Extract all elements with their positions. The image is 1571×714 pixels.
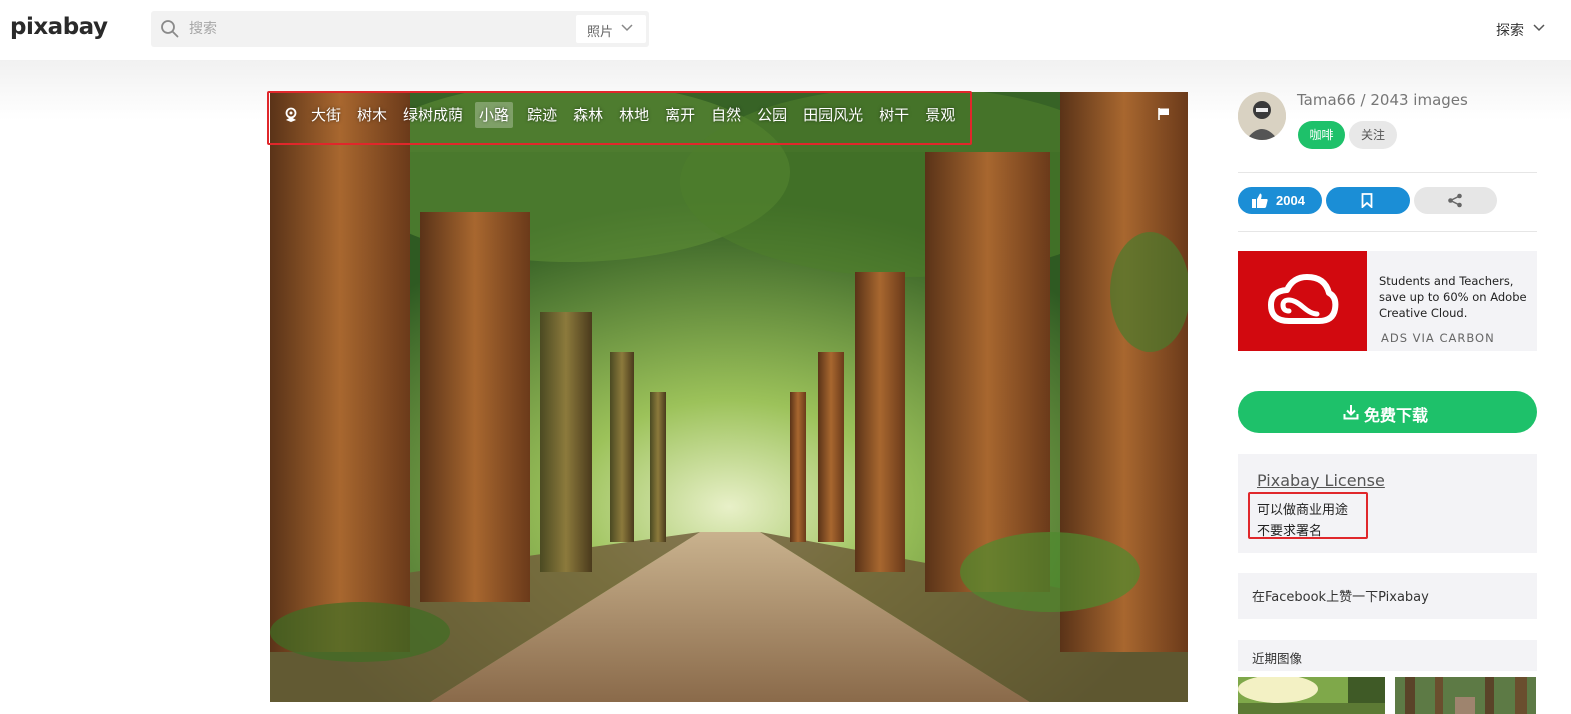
tag-item[interactable]: 森林	[571, 102, 605, 128]
divider	[1238, 231, 1537, 232]
forest-path-image	[270, 92, 1188, 702]
share-icon	[1448, 193, 1462, 208]
tag-item[interactable]: 林地	[617, 102, 651, 128]
bookmark-button[interactable]	[1326, 187, 1410, 214]
chevron-down-icon	[621, 24, 633, 32]
explore-label: 探索	[1496, 23, 1524, 39]
tag-item[interactable]: 公园	[755, 102, 789, 128]
tag-item-active[interactable]: 小路	[475, 102, 514, 128]
tag-item[interactable]: 景观	[923, 102, 957, 128]
ad-via-label[interactable]: ADS VIA CARBON	[1381, 331, 1495, 345]
tag-item[interactable]: 田园风光	[801, 102, 865, 128]
thumbs-up-icon	[1252, 193, 1268, 208]
tag-item[interactable]: 离开	[663, 102, 697, 128]
recent-image-thumb[interactable]	[1395, 677, 1536, 714]
chevron-down-icon	[1533, 24, 1545, 32]
download-icon	[1343, 405, 1359, 420]
license-link[interactable]: Pixabay License	[1257, 471, 1385, 490]
media-type-select[interactable]: 照片	[576, 15, 646, 43]
license-highlight-box	[1248, 492, 1368, 539]
media-type-label: 照片	[587, 25, 614, 40]
avatar-image	[1238, 92, 1286, 140]
tag-item[interactable]: 自然	[709, 102, 743, 128]
follow-button[interactable]: 关注	[1349, 121, 1397, 149]
like-button[interactable]: 2004	[1238, 187, 1322, 214]
free-download-label: 免费下载	[1364, 406, 1429, 425]
explore-menu[interactable]: 探索	[1496, 20, 1545, 40]
flag-icon[interactable]	[1157, 107, 1171, 121]
thumb-image	[1238, 677, 1385, 714]
facebook-like-box[interactable]: 在Facebook上赞一下Pixabay	[1238, 573, 1537, 619]
recent-image-thumb[interactable]	[1238, 677, 1385, 714]
facebook-like-text: 在Facebook上赞一下Pixabay	[1252, 590, 1429, 605]
recent-images-header: 近期图像	[1238, 640, 1537, 671]
tag-item[interactable]: 踪迹	[525, 102, 559, 128]
tag-list: 大街 树木 绿树成荫 小路 踪迹 森林 林地 离开 自然 公园 田园风光 树干 …	[282, 101, 969, 129]
recent-images-title: 近期图像	[1252, 651, 1303, 666]
main-photo[interactable]	[270, 92, 1188, 702]
carbon-ad[interactable]: Students and Teachers, save up to 60% on…	[1238, 251, 1537, 351]
search-icon[interactable]	[160, 19, 180, 39]
ad-image[interactable]	[1238, 251, 1367, 351]
bookmark-icon	[1361, 193, 1373, 208]
author-avatar[interactable]	[1238, 92, 1286, 140]
search-bar: 照片	[151, 11, 649, 47]
search-input[interactable]	[189, 19, 569, 39]
top-header: pixabay 照片 探索	[0, 0, 1571, 60]
author-name[interactable]: Tama66 / 2043 images	[1297, 91, 1468, 109]
tag-item[interactable]: 绿树成荫	[401, 102, 465, 128]
tag-item[interactable]: 树干	[877, 102, 911, 128]
tag-item[interactable]: 大街	[309, 102, 343, 128]
pixabay-logo[interactable]: pixabay	[10, 14, 108, 40]
free-download-button[interactable]: 免费下载	[1238, 391, 1537, 433]
location-pin-icon	[285, 107, 297, 122]
coffee-button[interactable]: 咖啡	[1298, 121, 1345, 149]
share-button[interactable]	[1414, 187, 1497, 214]
like-count: 2004	[1276, 193, 1305, 208]
adobe-creative-cloud-logo	[1268, 274, 1339, 324]
ad-text[interactable]: Students and Teachers, save up to 60% on…	[1379, 273, 1529, 321]
tag-item[interactable]: 树木	[355, 102, 389, 128]
thumb-image	[1395, 677, 1536, 714]
divider	[1238, 172, 1537, 173]
